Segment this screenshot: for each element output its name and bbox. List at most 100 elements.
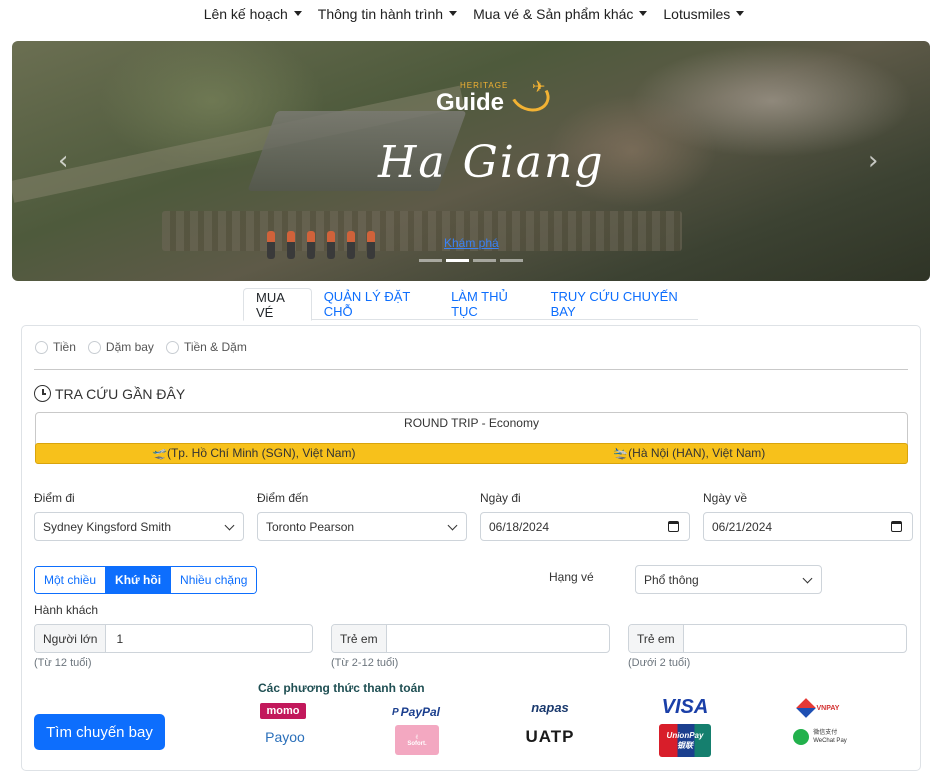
adult-hint: (Từ 12 tuổi) — [34, 657, 92, 669]
carousel-indicator-active[interactable] — [446, 259, 469, 262]
child-hint: (Từ 2-12 tuổi) — [331, 657, 399, 669]
recent-search-item[interactable]: ROUND TRIP - Economy 🛫(Tp. Hồ Chí Minh (… — [35, 412, 908, 464]
unionpay-logo: UnionPay 银联 — [659, 724, 711, 757]
nav-buy[interactable]: Mua vé & Sản phẩm khác — [473, 0, 648, 24]
paypal-icon: P — [391, 706, 399, 718]
radio-circle[interactable] — [35, 340, 48, 354]
radio-circle[interactable] — [165, 340, 179, 354]
carousel-prev-icon[interactable]: ‹ — [58, 146, 68, 176]
destination-value: Toronto Pearson — [266, 519, 355, 534]
plane-icon: ✈ — [532, 79, 546, 96]
carousel-indicator[interactable] — [473, 259, 496, 262]
trip-multi-city-button[interactable]: Nhiều chặng — [171, 567, 257, 593]
carousel-next-icon[interactable]: › — [868, 146, 878, 176]
search-flights-button[interactable]: Tìm chuyến bay — [34, 714, 165, 750]
tab-manage-booking[interactable]: QUẢN LÝ ĐẶT CHỖ — [312, 288, 439, 320]
booking-card: Tiền Dặm bay Tiền & Dặm TRA CỨU GẦN ĐÂY … — [21, 325, 921, 771]
recent-route-to: 🛬(Hà Nội (HAN), Việt Nam) — [472, 444, 908, 463]
clock-icon — [34, 385, 51, 402]
tab-check-in[interactable]: LÀM THỦ TỤC — [439, 288, 539, 320]
hero-title: Ha Giang — [378, 137, 605, 188]
nav-plan-label: Lên kế hoạch — [203, 5, 288, 22]
wechat-pay-logo: 微信支付 WeChat Pay — [792, 727, 848, 747]
vnpay-icon — [795, 698, 816, 718]
radio-miles-label: Dặm bay — [105, 340, 154, 354]
hero-photo-wall — [162, 211, 682, 251]
class-label: Hạng vé — [549, 570, 594, 584]
recent-route-from-text: (Tp. Hồ Chí Minh (SGN), Việt Nam) — [166, 446, 356, 460]
caret-down-icon — [449, 11, 458, 16]
unionpay-logo-text: UnionPay — [666, 730, 704, 740]
paypal-logo-text: PayPal — [400, 705, 441, 719]
caret-down-icon — [293, 11, 302, 16]
vnpay-logo-text: VNPAY — [816, 704, 840, 712]
origin-value: Sydney Kingsford Smith — [43, 519, 172, 534]
recent-search-title: TRA CỨU GẦN ĐÂY — [55, 385, 186, 402]
caret-down-icon — [639, 11, 648, 16]
logo-swoosh-icon — [505, 73, 555, 117]
carousel-indicator[interactable] — [419, 259, 442, 262]
recent-route-bar[interactable]: 🛫(Tp. Hồ Chí Minh (SGN), Việt Nam) 🛬(Hà … — [35, 443, 908, 464]
infant-input[interactable] — [684, 625, 906, 652]
divider — [34, 369, 908, 370]
depart-date-value: 06/18/2024 — [489, 519, 550, 534]
payment-methods-title: Các phương thức thanh toán — [258, 681, 425, 695]
calendar-icon[interactable] — [668, 521, 679, 532]
radio-miles[interactable]: Dặm bay — [87, 340, 154, 354]
momo-logo: momo — [260, 703, 306, 719]
hero-explore-link[interactable]: Khám phá — [444, 236, 499, 250]
radio-money[interactable]: Tiền — [35, 340, 76, 354]
radio-money-miles[interactable]: Tiền & Dặm — [165, 340, 247, 354]
child-input[interactable] — [387, 625, 609, 652]
trip-round-button[interactable]: Khứ hồi — [106, 567, 172, 593]
hero-carousel: HERITAGE Guide ✈ Ha Giang Khám phá ‹ › — [12, 41, 930, 281]
calendar-icon[interactable] — [891, 521, 902, 532]
heritage-guide-logo: Guide — [436, 89, 505, 116]
child-label: Trẻ em — [332, 625, 387, 652]
recent-search-heading: TRA CỨU GẦN ĐÂY — [34, 385, 185, 402]
recent-route-to-text: (Hà Nội (HAN), Việt Nam) — [628, 446, 766, 460]
booking-tabs: MUA VÉ QUẢN LÝ ĐẶT CHỖ LÀM THỦ TỤC TRUY … — [243, 288, 698, 321]
trip-type-toggle: Một chiều Khứ hồi Nhiều chặng — [34, 566, 258, 594]
adult-label: Người lớn — [35, 625, 107, 652]
nav-buy-label: Mua vé & Sản phẩm khác — [473, 5, 634, 22]
recent-trip-type: ROUND TRIP - Economy — [404, 416, 539, 430]
caret-down-icon — [736, 11, 745, 16]
radio-circle[interactable] — [87, 340, 101, 354]
depart-date-input[interactable]: 06/18/2024 — [480, 512, 690, 541]
visa-logo: VISA — [661, 695, 709, 718]
depart-date-label: Ngày đi — [480, 491, 521, 505]
nav-lotusmiles[interactable]: Lotusmiles — [663, 0, 745, 24]
uatp-logo: UATP — [525, 727, 575, 746]
unionpay-logo-cn: 银联 — [677, 740, 693, 750]
wechat-pay-cn: 微信支付 — [813, 730, 838, 736]
return-date-input[interactable]: 06/21/2024 — [703, 512, 913, 541]
sofort-logo-text: Sofort. — [407, 740, 427, 747]
napas-logo: napas — [531, 699, 569, 715]
sofort-logo: ✌ Sofort. — [395, 725, 439, 755]
passengers-label: Hành khách — [34, 603, 99, 617]
nav-plan[interactable]: Lên kế hoạch — [204, 0, 302, 24]
vnpay-logo: VNPAY — [792, 698, 846, 718]
radio-money-miles-label: Tiền & Dặm — [183, 340, 247, 354]
plane-landing-icon: 🛬 — [613, 446, 629, 460]
wechat-icon — [793, 729, 810, 745]
top-nav: Lên kế hoạch Thông tin hành trình Mua vé… — [0, 0, 942, 24]
trip-one-way-button[interactable]: Một chiều — [35, 567, 107, 593]
carousel-indicator[interactable] — [500, 259, 523, 262]
adult-input-group: Người lớn 1 — [34, 624, 313, 653]
payment-mode-radios: Tiền Dặm bay Tiền & Dặm — [35, 340, 247, 354]
tab-flight-status[interactable]: TRUY CỨU CHUYẾN BAY — [539, 288, 698, 320]
adult-input[interactable]: 1 — [106, 625, 312, 652]
destination-select[interactable]: Toronto Pearson — [257, 512, 467, 541]
nav-lotusmiles-label: Lotusmiles — [663, 5, 731, 22]
nav-trip-info[interactable]: Thông tin hành trình — [317, 0, 458, 24]
radio-money-label: Tiền — [53, 340, 76, 354]
class-select[interactable]: Phổ thông — [635, 565, 822, 594]
tab-buy-ticket[interactable]: MUA VÉ — [243, 288, 312, 321]
origin-select[interactable]: Sydney Kingsford Smith — [34, 512, 244, 541]
nav-trip-info-label: Thông tin hành trình — [317, 5, 444, 22]
chevron-down-icon — [224, 520, 235, 531]
chevron-down-icon — [802, 573, 813, 584]
return-date-value: 06/21/2024 — [712, 519, 773, 534]
